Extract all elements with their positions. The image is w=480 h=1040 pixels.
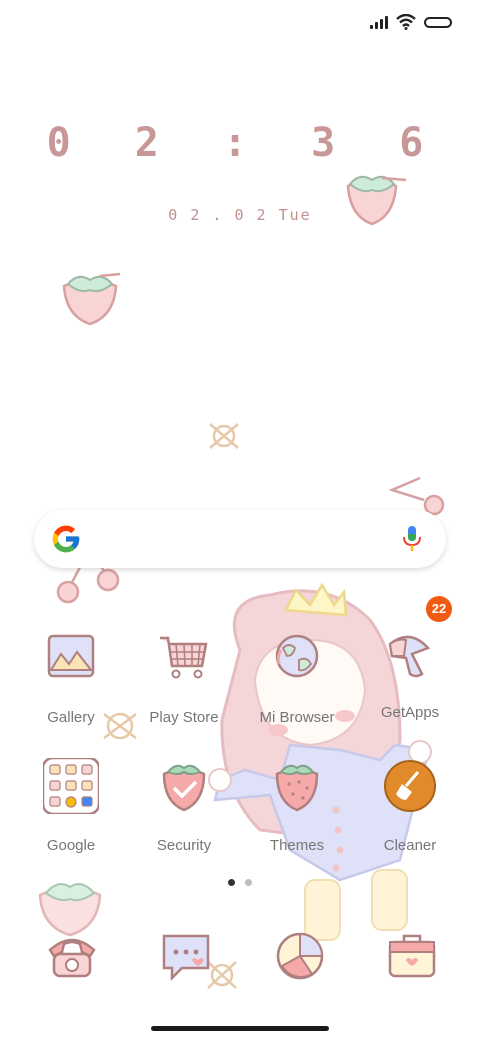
- app-label: Themes: [269, 837, 325, 854]
- app-gallery[interactable]: Gallery: [16, 630, 126, 726]
- camera-icon[interactable]: [272, 928, 328, 984]
- wifi-icon: [396, 14, 416, 30]
- mic-icon[interactable]: [402, 525, 422, 553]
- clock-time[interactable]: 0 2 : 3 6: [0, 120, 480, 166]
- google-icon: [52, 525, 80, 553]
- app-label: Mi Browser: [259, 709, 335, 726]
- app-getapps[interactable]: 22 GetApps: [355, 596, 465, 721]
- getapps-icon: [388, 635, 431, 678]
- app-mi-browser[interactable]: Mi Browser: [242, 630, 352, 726]
- globe-icon: [275, 634, 319, 678]
- signal-icon: [370, 15, 388, 29]
- tools-icon[interactable]: [384, 928, 440, 984]
- home-indicator[interactable]: [151, 1026, 329, 1031]
- app-label: Cleaner: [383, 837, 437, 854]
- battery-icon: [424, 16, 452, 28]
- notification-badge: 22: [426, 596, 452, 622]
- app-cleaner[interactable]: Cleaner: [355, 758, 465, 854]
- phone-icon[interactable]: [44, 928, 100, 984]
- app-play-store[interactable]: Play Store: [129, 630, 239, 726]
- app-themes[interactable]: Themes: [242, 758, 352, 854]
- app-label: Google: [46, 837, 96, 854]
- page-indicator: [228, 879, 252, 886]
- search-input[interactable]: [94, 522, 378, 558]
- gallery-icon: [47, 634, 95, 678]
- page-dot-active: [228, 879, 235, 886]
- google-search-bar[interactable]: [34, 510, 446, 568]
- page-dot: [245, 879, 252, 886]
- app-label: GetApps: [380, 704, 440, 721]
- app-label: Gallery: [47, 709, 95, 726]
- clock-date[interactable]: 0 2 . 0 2 Tue: [0, 206, 480, 224]
- security-strawberry-icon: [162, 764, 206, 812]
- status-bar: [370, 10, 452, 34]
- messages-icon[interactable]: [158, 928, 214, 984]
- app-google-folder[interactable]: Google: [16, 756, 126, 854]
- cart-icon: [160, 636, 208, 679]
- themes-strawberry-icon: [275, 764, 319, 812]
- app-label: Security: [156, 837, 212, 854]
- app-security[interactable]: Security: [129, 758, 239, 854]
- app-label: Play Store: [149, 709, 219, 726]
- getapps-icon-wrap: 22: [382, 596, 452, 686]
- broom-icon: [384, 760, 436, 812]
- google-folder-icon: [41, 756, 101, 816]
